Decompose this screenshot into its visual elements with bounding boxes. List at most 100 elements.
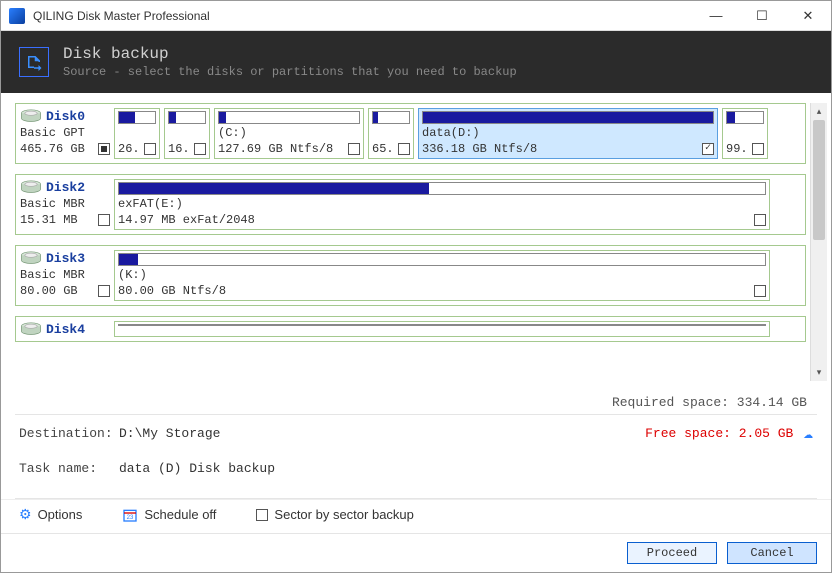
maximize-button[interactable]: ☐ (739, 1, 785, 31)
disk-type: Basic MBR (20, 268, 110, 282)
partition[interactable]: 65. (368, 108, 414, 159)
disk-info: Disk0Basic GPT465.76 GB (20, 108, 110, 159)
partition[interactable] (114, 321, 770, 337)
gear-icon: ⚙ (19, 506, 32, 523)
usage-bar (118, 182, 766, 195)
partition[interactable]: (C:) 127.69 GB Ntfs/8 (214, 108, 364, 159)
form-area: Destination: D:\My Storage Free space: 2… (1, 415, 831, 498)
disk-info: Disk4 (20, 321, 110, 337)
page-header: Disk backup Source - select the disks or… (1, 31, 831, 93)
partition-label: exFAT(E:) (118, 197, 766, 211)
sector-checkbox[interactable]: Sector by sector backup (256, 507, 413, 522)
calendar-icon: 23 (122, 507, 138, 523)
partition-size: 99. (726, 142, 748, 156)
partition[interactable]: (K:) 80.00 GB Ntfs/8 (114, 250, 770, 301)
usage-bar (422, 111, 714, 124)
minimize-button[interactable]: — (693, 1, 739, 31)
partition-label (168, 126, 206, 140)
cloud-icon[interactable]: ☁ (803, 423, 813, 443)
options-row: ⚙ Options 23 Schedule off Sector by sect… (1, 499, 831, 533)
partition-checkbox[interactable] (702, 143, 714, 155)
scrollbar[interactable]: ▴ ▾ (810, 103, 827, 381)
partition[interactable]: data(D:) 336.18 GB Ntfs/8 (418, 108, 718, 159)
disk-info: Disk3 Basic MBR 80.00 GB (20, 250, 110, 301)
disk-row: Disk2 Basic MBR 15.31 MB exFAT(E:) 14.97 MB … (15, 174, 806, 235)
required-space: Required space: 334.14 GB (1, 391, 831, 414)
partition-label: (C:) (218, 126, 360, 140)
sector-label: Sector by sector backup (274, 507, 413, 522)
disk-name: Disk3 (46, 251, 85, 266)
sector-checkbox-box[interactable] (256, 509, 268, 521)
app-window: QILING Disk Master Professional — ☐ ✕ Di… (0, 0, 832, 573)
close-button[interactable]: ✕ (785, 1, 831, 31)
partition-label (372, 126, 410, 140)
disk-icon (20, 321, 42, 337)
usage-bar (372, 111, 410, 124)
partition-size: 65. (372, 142, 394, 156)
schedule-label: Schedule off (144, 507, 216, 522)
disk-checkbox[interactable] (98, 214, 110, 226)
partition-size: 14.97 MB exFat/2048 (118, 213, 255, 227)
cancel-button[interactable]: Cancel (727, 542, 817, 564)
disk-type: Basic GPT (20, 126, 110, 140)
options-label: Options (38, 507, 83, 522)
disk-row: Disk0Basic GPT465.76 GB26.16.(C:)127.69 … (15, 103, 806, 164)
disk-name: Disk4 (46, 322, 85, 337)
scroll-thumb[interactable] (813, 120, 825, 240)
titlebar: QILING Disk Master Professional — ☐ ✕ (1, 1, 831, 31)
partition-size: 26. (118, 142, 140, 156)
window-controls: — ☐ ✕ (693, 1, 831, 31)
partition[interactable]: exFAT(E:) 14.97 MB exFat/2048 (114, 179, 770, 230)
partition-checkbox[interactable] (398, 143, 410, 155)
options-button[interactable]: ⚙ Options (19, 506, 82, 523)
disk-checkbox[interactable] (98, 143, 110, 155)
disk-icon (20, 250, 42, 266)
partition[interactable]: 16. (164, 108, 210, 159)
usage-bar (118, 111, 156, 124)
disk-name: Disk0 (46, 109, 85, 124)
taskname-value[interactable]: data (D) Disk backup (119, 461, 813, 476)
disk-icon (20, 179, 42, 195)
partition-label: (K:) (118, 268, 766, 282)
free-space: Free space: 2.05 GB (645, 426, 793, 441)
partition-size: 336.18 GB Ntfs/8 (422, 142, 537, 156)
disk-panel: Disk0Basic GPT465.76 GB26.16.(C:)127.69 … (1, 93, 831, 391)
svg-text:23: 23 (127, 515, 134, 521)
disk-checkbox[interactable] (98, 341, 110, 342)
scroll-down-icon[interactable]: ▾ (811, 364, 827, 381)
disk-icon (20, 108, 42, 124)
destination-label: Destination: (19, 426, 119, 441)
disk-name: Disk2 (46, 180, 85, 195)
partition-label (726, 126, 764, 140)
disk-size: 80.00 GB (20, 284, 78, 298)
usage-bar (118, 324, 766, 326)
proceed-button[interactable]: Proceed (627, 542, 717, 564)
partition[interactable]: 99. (722, 108, 768, 159)
disk-checkbox[interactable] (98, 285, 110, 297)
destination-row: Destination: D:\My Storage Free space: 2… (19, 423, 813, 443)
usage-bar (218, 111, 360, 124)
disk-size: 15.31 MB (20, 213, 78, 227)
partition-checkbox[interactable] (754, 285, 766, 297)
partition[interactable]: 26. (114, 108, 160, 159)
taskname-row: Task name: data (D) Disk backup (19, 461, 813, 476)
partition-size: 80.00 GB Ntfs/8 (118, 284, 226, 298)
usage-bar (726, 111, 764, 124)
destination-value[interactable]: D:\My Storage (119, 426, 645, 441)
partition-checkbox[interactable] (194, 143, 206, 155)
partition-label (118, 126, 156, 140)
partition-checkbox[interactable] (752, 143, 764, 155)
schedule-button[interactable]: 23 Schedule off (122, 507, 216, 523)
scroll-up-icon[interactable]: ▴ (811, 103, 827, 120)
partition-label (118, 328, 766, 342)
partition-size: 16. (168, 142, 190, 156)
disk-type: Basic MBR (20, 197, 110, 211)
partition-label: data(D:) (422, 126, 714, 140)
disk-row: Disk4 (15, 316, 806, 342)
partition-size: 127.69 GB Ntfs/8 (218, 142, 333, 156)
disk-info: Disk2 Basic MBR 15.31 MB (20, 179, 110, 230)
usage-bar (168, 111, 206, 124)
partition-checkbox[interactable] (348, 143, 360, 155)
partition-checkbox[interactable] (754, 214, 766, 226)
partition-checkbox[interactable] (144, 143, 156, 155)
